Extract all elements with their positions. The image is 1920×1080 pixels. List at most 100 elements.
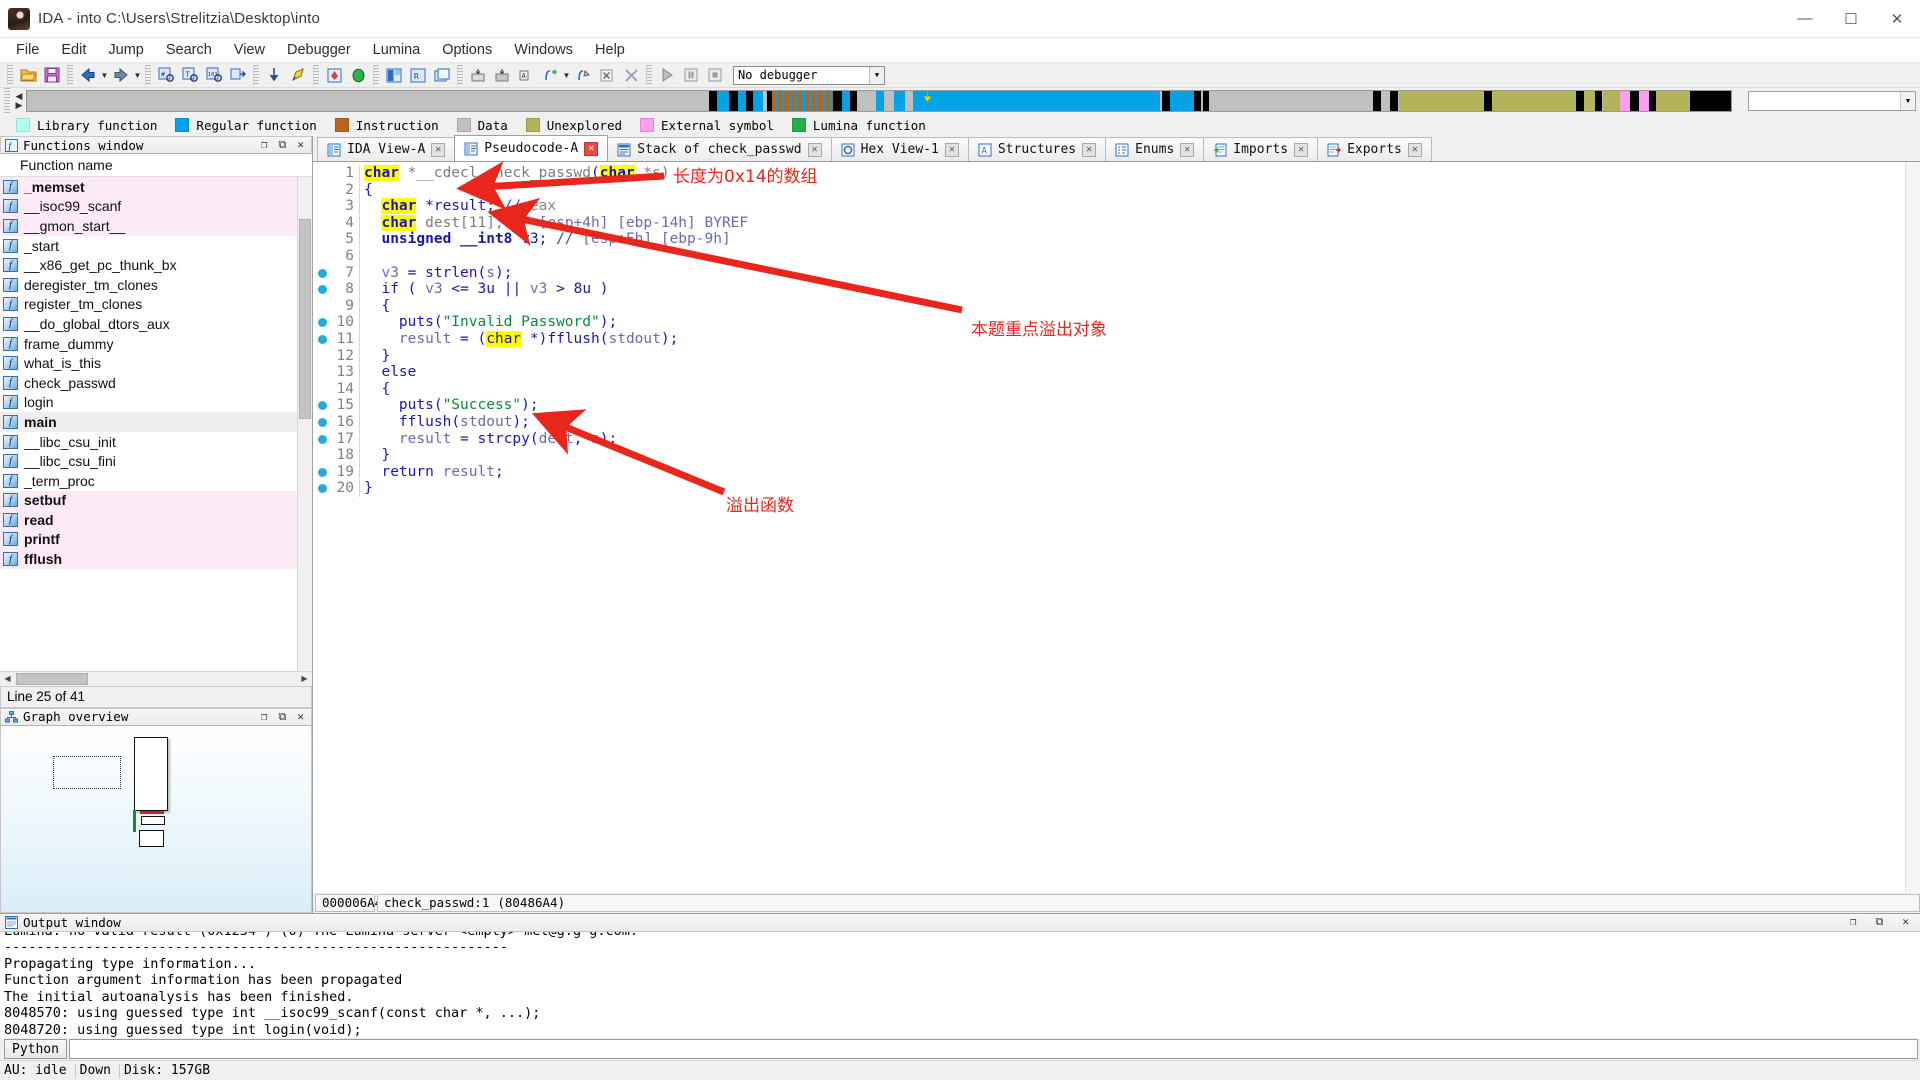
make-data-icon[interactable] [491, 64, 513, 86]
code-line[interactable]: 7 v3 = strlen(s); [331, 264, 1920, 282]
menu-help[interactable]: Help [584, 40, 636, 60]
undefine-icon[interactable] [596, 64, 618, 86]
tab-hex-view-1[interactable]: Hex View-1 ✕ [830, 137, 969, 161]
close-icon[interactable]: ✕ [807, 142, 822, 157]
minimize-button[interactable]: — [1782, 0, 1828, 37]
create-function-dropdown[interactable]: ▼ [562, 64, 571, 86]
code-line[interactable]: 14 { [331, 380, 1920, 398]
menu-debugger[interactable]: Debugger [276, 40, 362, 60]
function-list-item[interactable]: f _memset [0, 177, 312, 197]
create-function-icon[interactable] [539, 64, 561, 86]
breakpoint-dot-icon[interactable] [318, 335, 327, 344]
breakpoint-dot-icon[interactable] [318, 268, 327, 278]
code-line[interactable]: 10 puts("Invalid Password"); [331, 314, 1920, 331]
menu-windows[interactable]: Windows [503, 40, 584, 60]
open-ida-view-icon[interactable] [383, 64, 405, 86]
output-float-button[interactable]: ⧉ [1876, 915, 1884, 929]
graph-close-button[interactable]: ✕ [297, 710, 304, 724]
code-line[interactable]: 16 fflush(stdout); [331, 413, 1920, 431]
navigate-back-icon[interactable] [77, 64, 99, 86]
graph-restore-button[interactable]: ❐ [261, 710, 268, 724]
toolbar-grip-5[interactable] [313, 65, 319, 85]
toolbar-grip-8[interactable] [646, 65, 652, 85]
navband-filter-combo[interactable]: ▼ [1748, 91, 1916, 111]
navigation-band[interactable] [26, 90, 1732, 112]
function-list-item[interactable]: f setbuf [0, 490, 312, 511]
search-binary-icon[interactable]: 101 [203, 64, 225, 86]
function-list-item[interactable]: f frame_dummy [0, 334, 312, 354]
graph-float-button[interactable]: ⧉ [279, 710, 287, 724]
tab-imports[interactable]: Imports ✕ [1203, 137, 1319, 161]
tab-structures[interactable]: A Structures ✕ [967, 137, 1107, 161]
code-line[interactable]: 1 char *__cdecl check_passwd(char *s) [331, 165, 1920, 182]
lumina-status-icon[interactable] [347, 64, 369, 86]
functions-restore-button[interactable]: ❐ [261, 138, 268, 152]
hscroll-left-arrow-icon[interactable]: ◀ [0, 672, 15, 686]
open-file-icon[interactable] [17, 64, 39, 86]
menu-edit[interactable]: Edit [50, 40, 97, 60]
close-icon[interactable]: ✕ [584, 141, 599, 156]
breakpoint-dot-icon[interactable] [318, 401, 327, 411]
tab-ida-view-a[interactable]: IDA View-A ✕ [317, 137, 456, 161]
toolbar-grip-4[interactable] [253, 65, 259, 85]
code-line[interactable]: 6 [331, 247, 1920, 265]
hscroll-right-arrow-icon[interactable]: ▶ [297, 672, 312, 686]
menu-file[interactable]: File [5, 40, 50, 60]
search-next-icon[interactable] [227, 64, 249, 86]
functions-column-header[interactable]: Function name [0, 154, 312, 177]
breakpoint-dot-icon[interactable] [318, 318, 327, 328]
scrollbar-thumb[interactable] [299, 219, 311, 419]
jump-down-icon[interactable] [263, 64, 285, 86]
pseudocode-code-area[interactable]: 1 char *__cdecl check_passwd(char *s) 2{3 … [331, 162, 1920, 893]
function-list-item[interactable]: f _term_proc [0, 471, 312, 491]
code-line[interactable]: 3 char *result; // eax [331, 198, 1920, 215]
menu-jump[interactable]: Jump [97, 40, 154, 60]
function-list-item[interactable]: f login [0, 393, 312, 413]
function-list-item[interactable]: f __isoc99_scanf [0, 196, 312, 217]
delete-function-icon[interactable] [620, 64, 642, 86]
navigate-forward-dropdown[interactable]: ▼ [133, 64, 142, 86]
code-line[interactable]: 5 unsigned __int8 v3; // [esp+Fh] [ebp-9… [331, 231, 1920, 248]
toolbar-grip-7[interactable] [457, 65, 463, 85]
code-line[interactable]: 11 result = (char *)fflush(stdout); [331, 330, 1920, 348]
close-icon[interactable]: ✕ [1082, 142, 1097, 157]
function-list-item[interactable]: f __x86_get_pc_thunk_bx [0, 255, 312, 275]
close-icon[interactable]: ✕ [1407, 142, 1422, 157]
menu-options[interactable]: Options [431, 40, 503, 60]
code-line[interactable]: 19 return result; [331, 463, 1920, 481]
decompile-icon[interactable] [287, 64, 309, 86]
menu-lumina[interactable]: Lumina [362, 40, 432, 60]
save-icon[interactable] [41, 64, 63, 86]
make-string-icon[interactable]: A [515, 64, 537, 86]
code-line[interactable]: 2{ [331, 181, 1920, 199]
code-line[interactable]: 13 else [331, 364, 1920, 381]
open-hex-view-icon[interactable]: R [407, 64, 429, 86]
functions-list-vertical-scrollbar[interactable] [297, 177, 312, 671]
pseudocode-editor[interactable]: 1 char *__cdecl check_passwd(char *s) 2{3 … [313, 162, 1920, 893]
tab-enums[interactable]: Enums ✕ [1105, 137, 1205, 161]
close-icon[interactable]: ✕ [944, 142, 959, 157]
close-icon[interactable]: ✕ [1180, 142, 1195, 157]
code-line[interactable]: 9 { [331, 297, 1920, 315]
output-log[interactable]: Lumina: no valid result (0x1234 ) (0) Th… [0, 931, 1920, 1038]
view-tabstrip[interactable]: IDA View-A ✕ Pseudocode-A ✕ Stack of check_p… [313, 135, 1920, 162]
hscrollbar-thumb[interactable] [16, 672, 88, 685]
code-line[interactable]: 17 result = strcpy(dest, s); [331, 430, 1920, 448]
functions-list[interactable]: f _memset f __isoc99_scanf f __gmon_start__ f _… [0, 177, 312, 671]
tab-stack-of-check-passwd[interactable]: Stack of check_passwd ✕ [607, 137, 832, 161]
chevron-down-icon[interactable]: ▼ [1900, 92, 1915, 110]
tab-pseudocode-a[interactable]: Pseudocode-A ✕ [454, 135, 609, 161]
function-list-item[interactable]: f fflush [0, 549, 312, 569]
functions-list-horizontal-scrollbar[interactable]: ◀ ▶ [0, 670, 312, 686]
breakpoint-dot-icon[interactable] [318, 285, 327, 295]
menu-view[interactable]: View [223, 40, 276, 60]
function-list-item[interactable]: f check_passwd [0, 373, 312, 393]
function-list-item[interactable]: f __libc_csu_fini [0, 451, 312, 471]
toolbar-grip-6[interactable] [373, 65, 379, 85]
editor-vertical-scrollbar[interactable] [1905, 162, 1920, 893]
maximize-button[interactable]: ☐ [1828, 0, 1874, 37]
functions-float-button[interactable]: ⧉ [279, 138, 287, 152]
pause-debugger-icon[interactable] [680, 64, 702, 86]
code-line[interactable]: 8 if ( v3 <= 3u || v3 > 8u ) [331, 281, 1920, 298]
debugger-select[interactable]: No debugger ▼ [733, 65, 885, 85]
